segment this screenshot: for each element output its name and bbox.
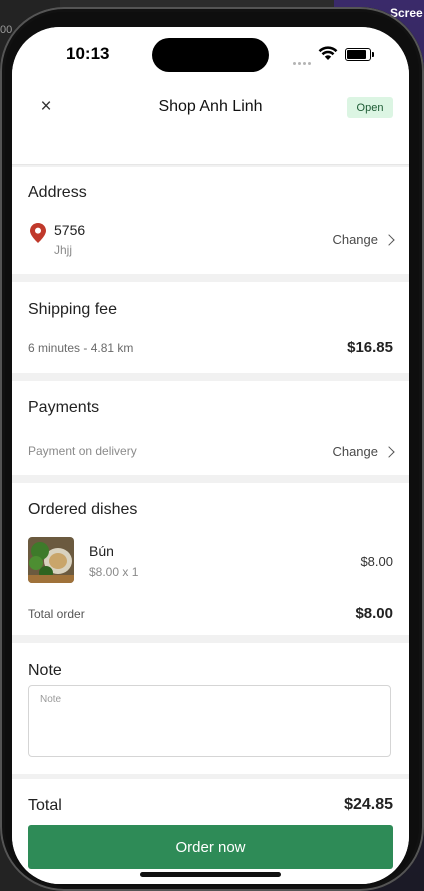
note-title: Note bbox=[28, 662, 62, 679]
location-pin-icon bbox=[30, 223, 46, 243]
order-now-button[interactable]: Order now bbox=[28, 825, 393, 869]
address-change-label: Change bbox=[332, 232, 378, 247]
status-time: 10:13 bbox=[66, 44, 110, 63]
status-badge: Open bbox=[347, 97, 393, 118]
payments-title: Payments bbox=[28, 399, 100, 416]
dish-price: $8.00 bbox=[360, 554, 393, 569]
address-change-button[interactable]: Change bbox=[332, 232, 395, 247]
dynamic-island bbox=[152, 38, 269, 72]
address-line2: Jhjj bbox=[54, 243, 73, 257]
note-placeholder: Note bbox=[40, 694, 62, 705]
dish-name: Bún bbox=[89, 543, 114, 559]
wifi-icon bbox=[318, 46, 338, 60]
battery-icon bbox=[345, 48, 374, 61]
address-title: Address bbox=[28, 184, 87, 201]
app-screen: 10:13 × Shop Anh Linh Open Address 5756 bbox=[12, 27, 409, 884]
shipping-detail: 6 minutes - 4.81 km bbox=[28, 341, 134, 355]
signal-icon bbox=[293, 52, 315, 65]
total-order-value: $8.00 bbox=[355, 605, 393, 622]
dish-qty: $8.00 x 1 bbox=[89, 565, 139, 579]
dish-thumbnail-image bbox=[28, 537, 74, 583]
home-indicator bbox=[140, 872, 281, 877]
header: 10:13 × Shop Anh Linh Open bbox=[12, 27, 409, 165]
payment-change-button[interactable]: Change bbox=[332, 444, 395, 459]
order-now-label: Order now bbox=[175, 838, 246, 856]
ordered-dishes-section: Ordered dishes Bún $8.00 x 1 $8.00 Total… bbox=[12, 483, 409, 635]
note-field[interactable]: Note bbox=[28, 685, 391, 757]
chevron-right-icon bbox=[383, 233, 395, 246]
payments-section: Payments Payment on delivery Change bbox=[12, 381, 409, 475]
phone-frame: 10:13 × Shop Anh Linh Open Address 5756 bbox=[0, 7, 424, 891]
total-value: $24.85 bbox=[344, 796, 393, 813]
shipping-section: Shipping fee 6 minutes - 4.81 km $16.85 bbox=[12, 282, 409, 373]
address-line1: 5756 bbox=[54, 222, 86, 238]
total-order-label: Total order bbox=[28, 607, 85, 621]
shipping-title: Shipping fee bbox=[28, 301, 117, 318]
total-label: Total bbox=[28, 797, 62, 814]
payment-change-label: Change bbox=[332, 444, 378, 459]
address-section: Address 5756 Jhjj Change bbox=[12, 167, 409, 274]
chevron-right-icon bbox=[383, 445, 395, 458]
payment-method: Payment on delivery bbox=[28, 444, 137, 458]
note-section: Note Note bbox=[12, 643, 409, 774]
shipping-fee: $16.85 bbox=[347, 339, 393, 356]
dish-item[interactable]: Bún $8.00 x 1 $8.00 bbox=[12, 537, 409, 587]
ordered-dishes-title: Ordered dishes bbox=[28, 501, 138, 518]
